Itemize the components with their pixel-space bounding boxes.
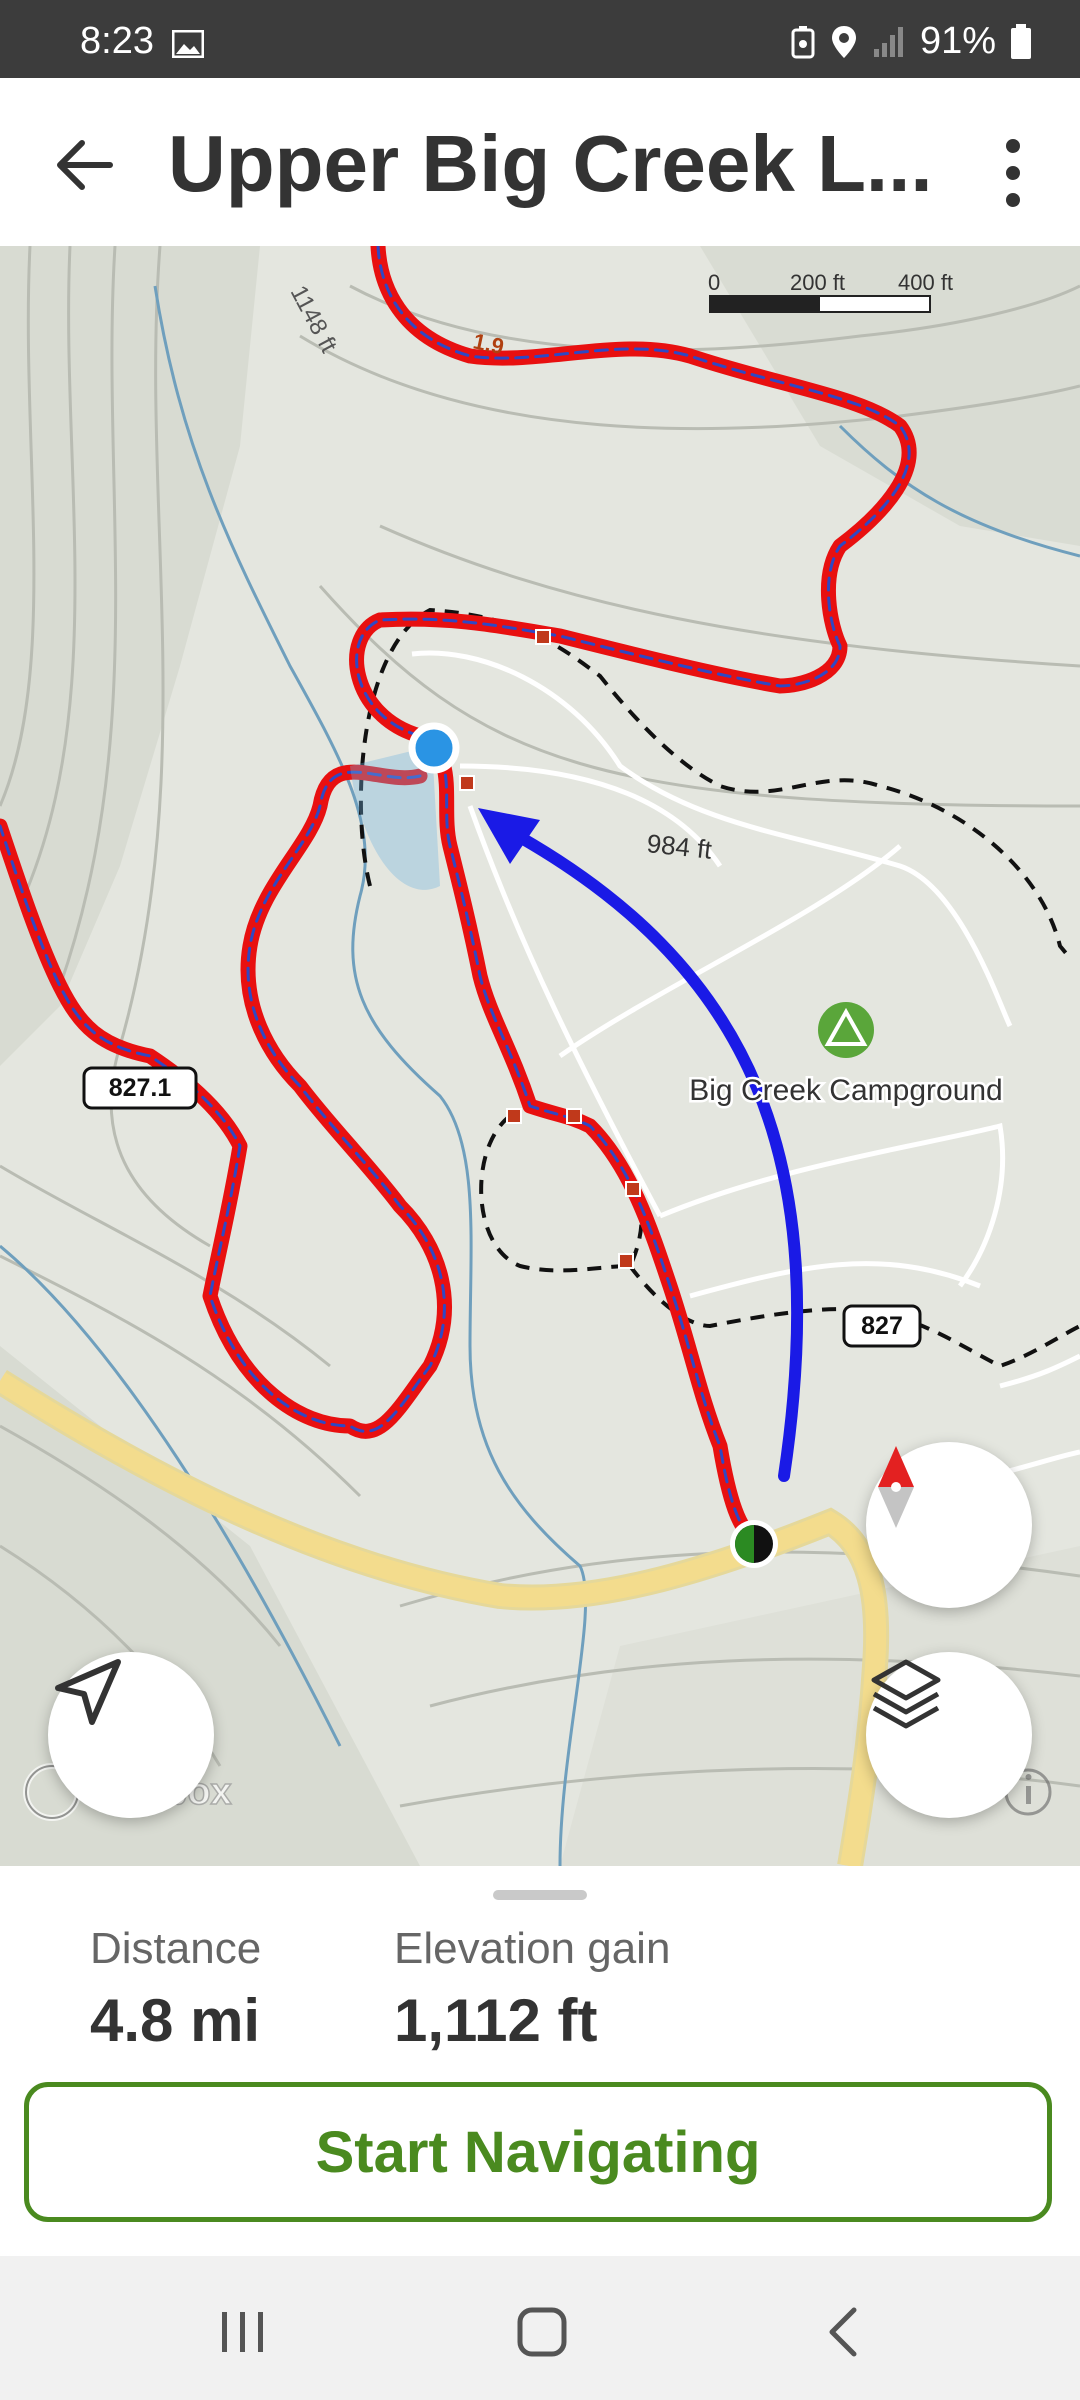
battery-saver-icon [791,25,815,58]
battery-icon [1011,23,1031,59]
back-button[interactable] [50,130,120,200]
road-shield-right-label: 827 [861,1312,903,1340]
layers-icon [871,1659,941,1729]
current-location-dot [408,722,460,774]
locate-me-button[interactable] [48,1652,214,1818]
distance-value: 4.8 mi [90,1987,261,2054]
app-bar: Upper Big Creek L... [0,78,1080,246]
status-bar: 8:23 91% [0,0,1080,78]
battery-percent: 91% [919,20,996,62]
campground-icon [818,1002,874,1058]
distance-label: Distance [90,1924,262,1973]
elevation-gain-value: 1,112 ft [394,1987,598,2054]
start-navigating-button[interactable]: Start Navigating [24,2082,1052,2222]
elevation-label-top: 1148 ft [285,281,343,357]
elevation-label-mid: 984 ft [645,828,714,865]
compass-icon [878,1446,914,1528]
trailhead-marker [730,1520,778,1568]
arrow-left-icon [57,140,113,190]
dashed-trail [358,607,1080,1369]
location-icon [831,25,856,58]
annotation-arrow [494,820,804,1482]
elevation-gain-label: Elevation gain [394,1924,671,1973]
scale-zero: 0 [708,270,720,295]
scale-mid: 200 ft [790,270,845,295]
map-canvas: 1148 ft 1.9 984 ft Big Creek Campground … [0,246,1080,1866]
system-navigation-bar [0,2256,1080,2400]
more-options-button[interactable] [990,128,1036,218]
recent-apps-button[interactable] [202,2292,282,2372]
status-icons: 91% [790,20,1032,63]
more-vertical-icon [1006,139,1020,207]
road-shield-right: 827 [842,1304,922,1348]
campground-label: Big Creek Campground [689,1074,1003,1107]
scale-end: 400 ft [898,270,953,295]
compass-button[interactable] [866,1442,1032,1608]
back-icon [829,2307,857,2357]
home-button[interactable] [500,2292,580,2372]
sheet-drag-handle[interactable] [493,1890,587,1900]
system-back-button[interactable] [804,2292,884,2372]
home-icon [517,2307,567,2357]
road-shield-left: 827.1 [82,1066,198,1110]
layers-button[interactable] [866,1652,1032,1818]
status-time: 8:23 [80,20,154,62]
page-title: Upper Big Creek L... [168,119,933,208]
navigation-arrow-icon [55,1659,121,1725]
map-view[interactable]: 1148 ft 1.9 984 ft Big Creek Campground … [0,246,1080,1866]
signal-icon [873,26,903,57]
recent-apps-icon [222,2312,263,2352]
image-icon [172,30,204,58]
road-shield-left-label: 827.1 [109,1074,172,1102]
